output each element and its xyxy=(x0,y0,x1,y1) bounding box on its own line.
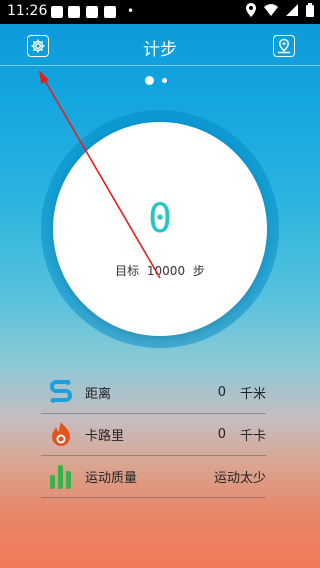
annotation-arrow xyxy=(39,70,161,279)
